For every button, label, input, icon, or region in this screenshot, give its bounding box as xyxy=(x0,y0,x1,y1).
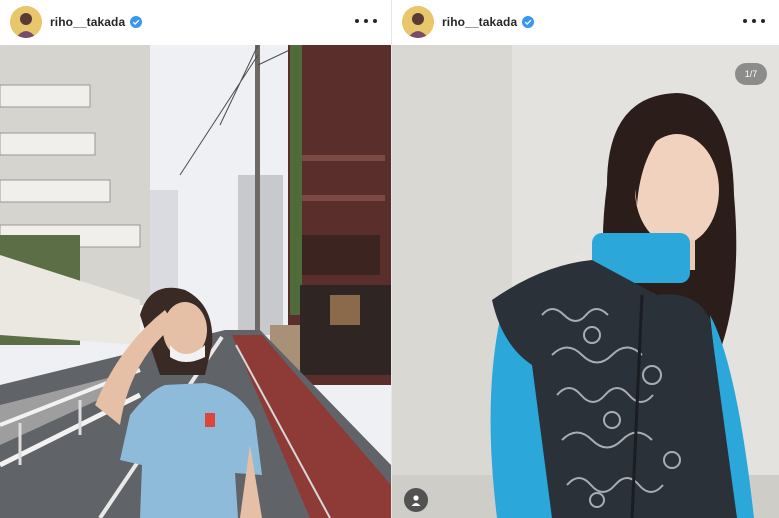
more-options-icon[interactable] xyxy=(355,13,377,29)
post-left: riho__takada xyxy=(0,0,391,518)
username[interactable]: riho__takada xyxy=(442,15,517,29)
post-right: riho__takada 1/7 xyxy=(392,0,779,518)
post-photo-portrait[interactable]: 1/7 xyxy=(392,45,779,518)
profile-avatar[interactable] xyxy=(402,6,434,38)
post-header: riho__takada xyxy=(0,0,391,44)
profile-avatar[interactable] xyxy=(10,6,42,38)
username[interactable]: riho__takada xyxy=(50,15,125,29)
more-options-icon[interactable] xyxy=(743,13,765,29)
verified-badge-icon xyxy=(522,16,535,28)
post-header: riho__takada xyxy=(392,0,779,44)
instagram-feed-collage: riho__takada riho__takada 1/7 xyxy=(0,0,779,518)
carousel-counter: 1/7 xyxy=(735,63,767,85)
post-photo-street[interactable] xyxy=(0,45,391,518)
verified-badge-icon xyxy=(130,16,143,28)
tagged-people-icon[interactable] xyxy=(404,488,428,512)
